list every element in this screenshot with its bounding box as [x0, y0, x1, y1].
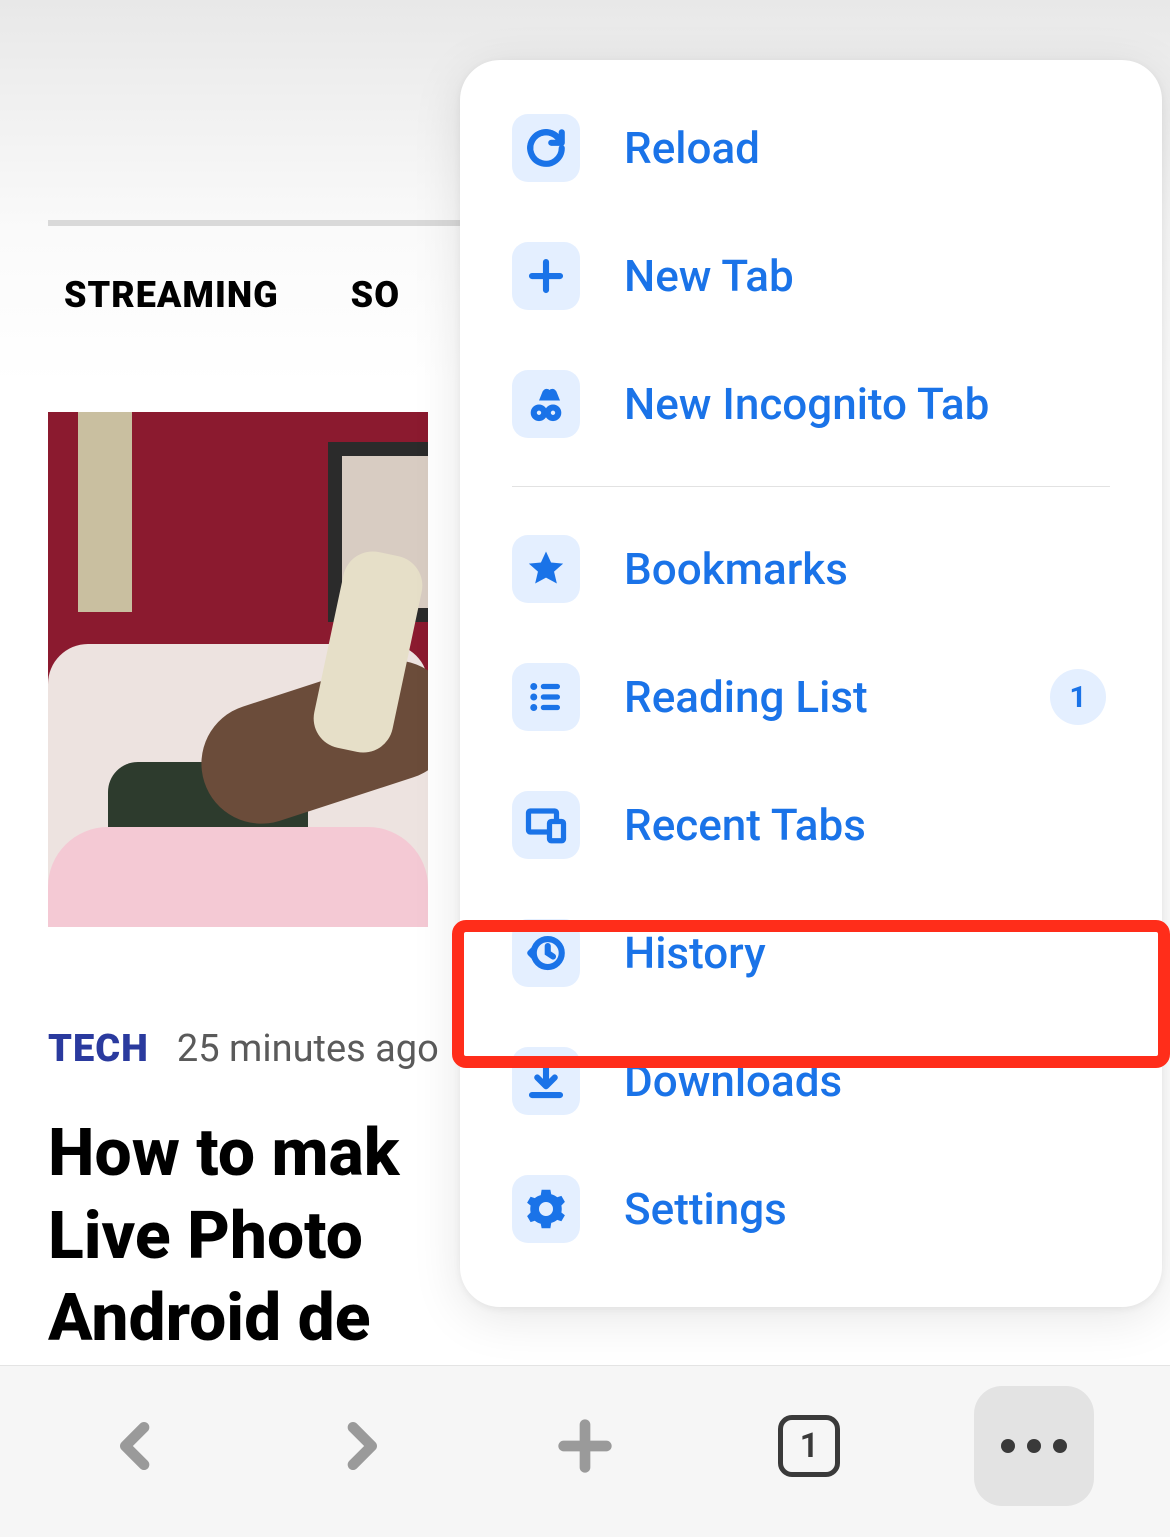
plus-icon: [512, 242, 580, 310]
gear-icon: [512, 1175, 580, 1243]
menu-label: Downloads: [624, 1055, 1110, 1107]
menu-label: Recent Tabs: [624, 799, 1110, 851]
history-icon: [512, 919, 580, 987]
menu-item-bookmarks[interactable]: Bookmarks: [460, 505, 1162, 633]
menu-label: New Incognito Tab: [624, 378, 1110, 430]
more-icon: [1001, 1439, 1067, 1453]
menu-item-history[interactable]: History: [460, 889, 1162, 1017]
nav-tab-streaming[interactable]: STREAMING: [64, 274, 279, 316]
star-icon: [512, 535, 580, 603]
menu-item-new-tab[interactable]: New Tab: [460, 212, 1162, 340]
plus-icon: [553, 1414, 617, 1478]
list-icon: [512, 663, 580, 731]
menu-separator: [512, 486, 1110, 487]
menu-label: New Tab: [624, 250, 1110, 302]
forward-button[interactable]: [301, 1386, 421, 1506]
tab-count-icon: 1: [778, 1415, 840, 1477]
menu-item-new-incognito-tab[interactable]: New Incognito Tab: [460, 340, 1162, 468]
article-category[interactable]: TECH: [48, 1027, 149, 1071]
menu-label: Bookmarks: [624, 543, 1110, 595]
bottom-toolbar: 1: [0, 1365, 1170, 1537]
menu-item-settings[interactable]: Settings: [460, 1145, 1162, 1273]
menu-label: Settings: [624, 1183, 1110, 1235]
download-icon: [512, 1047, 580, 1115]
menu-label: Reading List: [624, 671, 1006, 723]
reading-list-badge: 1: [1050, 669, 1106, 725]
more-button[interactable]: [974, 1386, 1094, 1506]
tabs-button[interactable]: 1: [749, 1386, 869, 1506]
article-image: [48, 412, 428, 927]
menu-item-recent-tabs[interactable]: Recent Tabs: [460, 761, 1162, 889]
arrow-left-icon: [104, 1414, 168, 1478]
menu-item-reading-list[interactable]: Reading List 1: [460, 633, 1162, 761]
nav-tab-partial[interactable]: SO: [351, 274, 400, 316]
devices-icon: [512, 791, 580, 859]
new-tab-button[interactable]: [525, 1386, 645, 1506]
browser-menu: Reload New Tab New Incognito Tab Bookmar…: [460, 60, 1162, 1307]
menu-item-reload[interactable]: Reload: [460, 84, 1162, 212]
menu-label: Reload: [624, 122, 1110, 174]
menu-label: History: [624, 927, 1110, 979]
menu-item-downloads[interactable]: Downloads: [460, 1017, 1162, 1145]
incognito-icon: [512, 370, 580, 438]
back-button[interactable]: [76, 1386, 196, 1506]
reload-icon: [512, 114, 580, 182]
arrow-right-icon: [329, 1414, 393, 1478]
article-timestamp: 25 minutes ago: [177, 1027, 439, 1071]
